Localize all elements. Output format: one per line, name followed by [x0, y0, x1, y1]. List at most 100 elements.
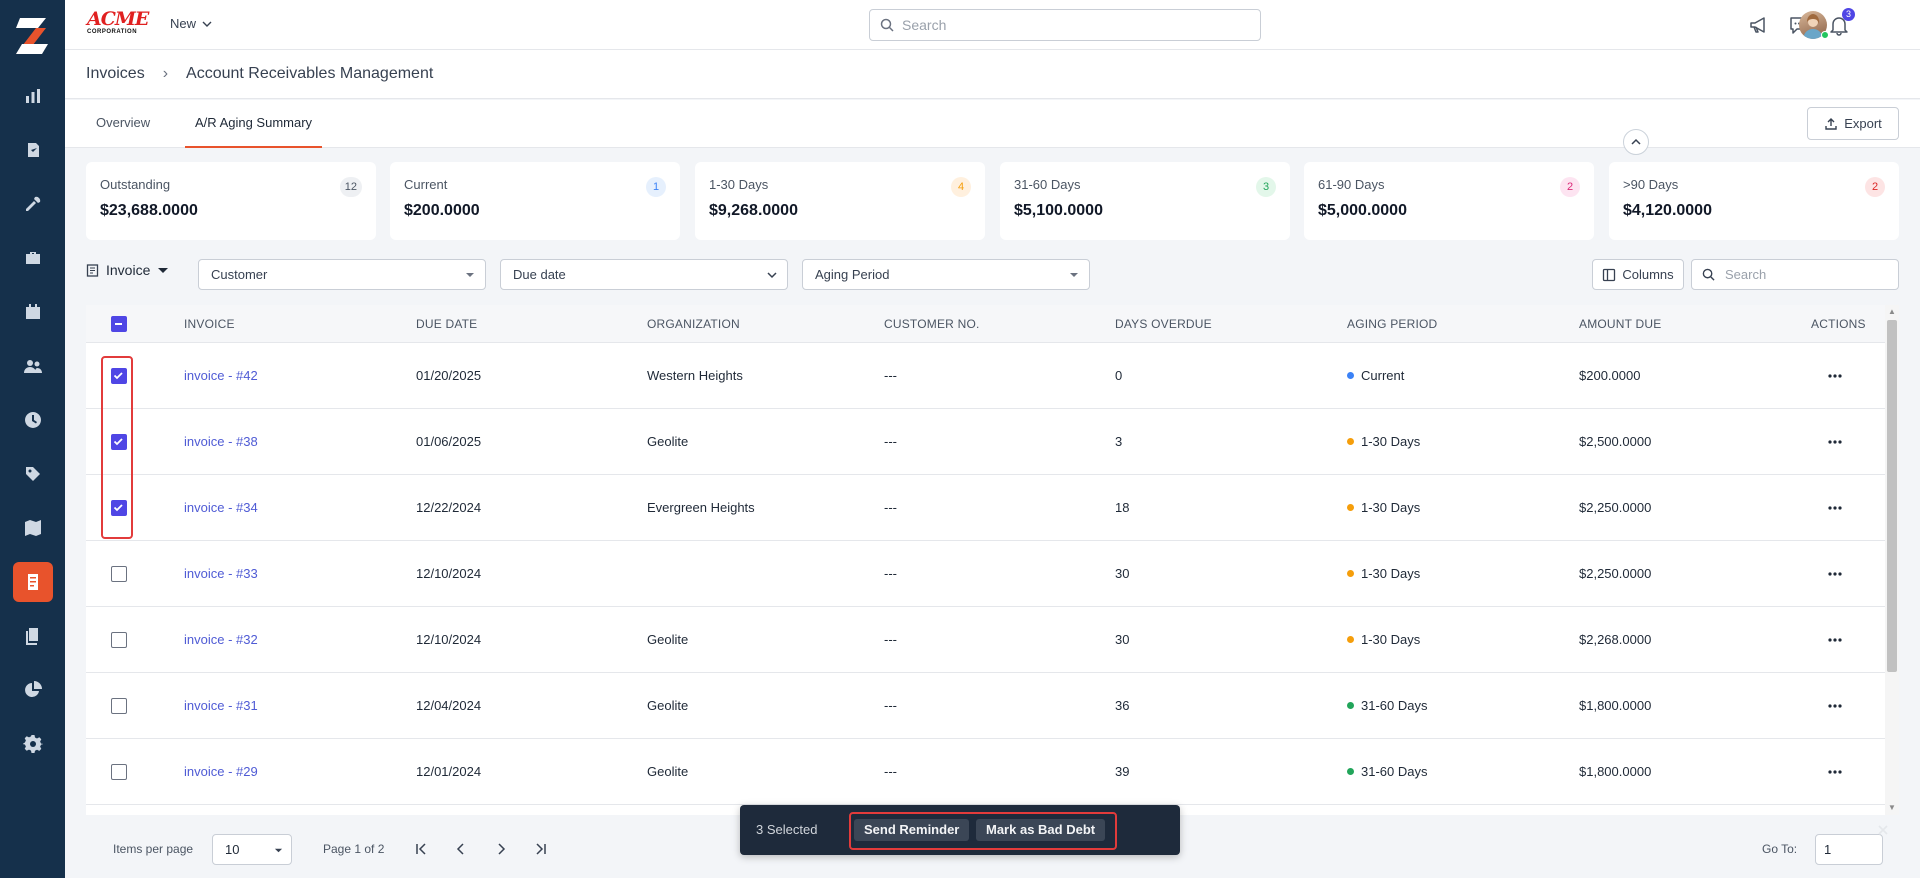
export-button[interactable]: Export — [1807, 107, 1899, 140]
sidebar-item-invoices[interactable] — [13, 562, 53, 602]
row-checkbox[interactable] — [111, 632, 127, 648]
summary-card-over-90-days[interactable]: >90 Days $4,120.0000 2 — [1609, 162, 1899, 240]
column-header-aging-period[interactable]: AGING PERIOD — [1347, 305, 1437, 343]
previous-page-button[interactable] — [449, 837, 473, 861]
global-search[interactable] — [869, 9, 1261, 41]
table-row[interactable]: invoice - #31 12/04/2024 Geolite --- 36 … — [86, 673, 1886, 739]
column-header-invoice[interactable]: INVOICE — [184, 305, 235, 343]
invoice-link[interactable]: invoice - #31 — [184, 673, 258, 739]
row-actions-button[interactable] — [1822, 541, 1848, 607]
table-row[interactable]: invoice - #33 12/10/2024 --- 30 1-30 Day… — [86, 541, 1886, 607]
table-row[interactable]: invoice - #32 12/10/2024 Geolite --- 30 … — [86, 607, 1886, 673]
briefcase-icon — [26, 252, 40, 264]
scroll-down-icon[interactable]: ▼ — [1887, 803, 1897, 813]
row-checkbox[interactable] — [111, 566, 127, 582]
invoice-link[interactable]: invoice - #33 — [184, 541, 258, 607]
goto-page-input[interactable] — [1815, 834, 1883, 865]
next-page-button[interactable] — [489, 837, 513, 861]
notification-count-badge: 3 — [1842, 8, 1855, 21]
row-actions-button[interactable] — [1822, 673, 1848, 739]
tab-overview[interactable]: Overview — [86, 100, 160, 148]
brand-logo[interactable]: ACME CORPORATION — [87, 10, 151, 38]
sidebar-item-calendar[interactable] — [13, 292, 53, 332]
row-checkbox[interactable] — [111, 368, 127, 384]
scrollbar-thumb[interactable] — [1887, 320, 1897, 672]
table-row[interactable]: invoice - #42 01/20/2025 Western Heights… — [86, 343, 1886, 409]
sidebar-item-people[interactable] — [13, 346, 53, 386]
global-search-input[interactable] — [902, 17, 1232, 33]
column-header-customer-no[interactable]: CUSTOMER NO. — [884, 305, 980, 343]
sidebar-item-settings[interactable] — [13, 724, 53, 764]
invoice-link[interactable]: invoice - #29 — [184, 739, 258, 805]
sidebar-item-pricing[interactable] — [13, 454, 53, 494]
mark-bad-debt-button[interactable]: Mark as Bad Debt — [976, 819, 1106, 841]
collapse-summary-button[interactable] — [1623, 129, 1649, 155]
invoice-link[interactable]: invoice - #32 — [184, 607, 258, 673]
summary-card-outstanding[interactable]: Outstanding $23,688.0000 12 — [86, 162, 376, 240]
row-checkbox[interactable] — [111, 500, 127, 516]
sidebar-item-tools[interactable] — [13, 184, 53, 224]
row-actions-button[interactable] — [1822, 739, 1848, 805]
row-checkbox[interactable] — [111, 434, 127, 450]
new-menu-button[interactable]: New — [170, 16, 212, 31]
row-actions-button[interactable] — [1822, 475, 1848, 541]
sidebar-item-jobs[interactable] — [13, 238, 53, 278]
row-checkbox[interactable] — [111, 764, 127, 780]
column-header-organization[interactable]: ORGANIZATION — [647, 305, 740, 343]
aging-period-filter[interactable]: Aging Period — [802, 259, 1090, 290]
select-all-checkbox[interactable] — [111, 316, 127, 332]
column-header-amount-due[interactable]: AMOUNT DUE — [1579, 305, 1661, 343]
app-logo-icon[interactable] — [12, 14, 52, 58]
status-dot-icon — [1347, 702, 1354, 710]
summary-card-current[interactable]: Current $200.0000 1 — [390, 162, 680, 240]
announcements-button[interactable] — [1748, 14, 1770, 36]
customer-no-cell: --- — [884, 764, 897, 779]
sidebar-item-time[interactable] — [13, 400, 53, 440]
brand-name: ACME — [87, 8, 149, 30]
row-actions-button[interactable] — [1822, 409, 1848, 475]
record-type-dropdown[interactable]: Invoice — [86, 262, 169, 278]
tab-ar-aging-summary[interactable]: A/R Aging Summary — [185, 100, 323, 148]
table-row[interactable]: invoice - #29 12/01/2024 Geolite --- 39 … — [86, 739, 1886, 805]
sidebar-item-analytics[interactable] — [13, 76, 53, 116]
days-overdue-cell: 30 — [1115, 632, 1130, 647]
notifications-button[interactable]: 3 — [1828, 8, 1855, 36]
organization-cell: Geolite — [647, 632, 689, 647]
sidebar-item-documents[interactable] — [13, 616, 53, 656]
invoice-link[interactable]: invoice - #42 — [184, 343, 258, 409]
last-page-button[interactable] — [529, 837, 553, 861]
card-value: $200.0000 — [404, 202, 480, 219]
table-row[interactable]: invoice - #38 01/06/2025 Geolite --- 3 1… — [86, 409, 1886, 475]
organization-cell: Geolite — [647, 434, 689, 449]
row-checkbox[interactable] — [111, 698, 127, 714]
column-header-due-date[interactable]: DUE DATE — [416, 305, 477, 343]
sidebar-item-reports[interactable] — [13, 670, 53, 710]
aging-period-label: 31-60 Days — [1361, 764, 1428, 779]
summary-card-61-90-days[interactable]: 61-90 Days $5,000.0000 2 — [1304, 162, 1594, 240]
row-actions-button[interactable] — [1822, 343, 1848, 409]
more-horizontal-icon — [1828, 440, 1842, 444]
first-page-button[interactable] — [409, 837, 433, 861]
sidebar-item-tasks[interactable] — [13, 130, 53, 170]
breadcrumb-invoices[interactable]: Invoices — [86, 65, 145, 83]
column-header-days-overdue[interactable]: DAYS OVERDUE — [1115, 305, 1212, 343]
customer-no-cell: --- — [884, 698, 897, 713]
scroll-up-icon[interactable]: ▲ — [1887, 307, 1897, 317]
table-search[interactable] — [1691, 259, 1899, 290]
columns-button[interactable]: Columns — [1592, 259, 1684, 290]
table-search-input[interactable] — [1725, 267, 1885, 282]
summary-card-1-30-days[interactable]: 1-30 Days $9,268.0000 4 — [695, 162, 985, 240]
table-row[interactable]: invoice - #34 12/22/2024 Evergreen Heigh… — [86, 475, 1886, 541]
close-selection-button[interactable] — [1877, 823, 1891, 837]
send-reminder-button[interactable]: Send Reminder — [854, 819, 970, 841]
users-icon — [24, 360, 42, 373]
row-actions-button[interactable] — [1822, 607, 1848, 673]
items-per-page-select[interactable]: 10 — [212, 834, 292, 865]
customer-filter[interactable]: Customer — [198, 259, 486, 290]
summary-card-31-60-days[interactable]: 31-60 Days $5,100.0000 3 — [1000, 162, 1290, 240]
due-date-filter[interactable]: Due date — [500, 259, 788, 290]
invoice-link[interactable]: invoice - #38 — [184, 409, 258, 475]
sidebar-item-map[interactable] — [13, 508, 53, 548]
more-horizontal-icon — [1828, 638, 1842, 642]
invoice-link[interactable]: invoice - #34 — [184, 475, 258, 541]
